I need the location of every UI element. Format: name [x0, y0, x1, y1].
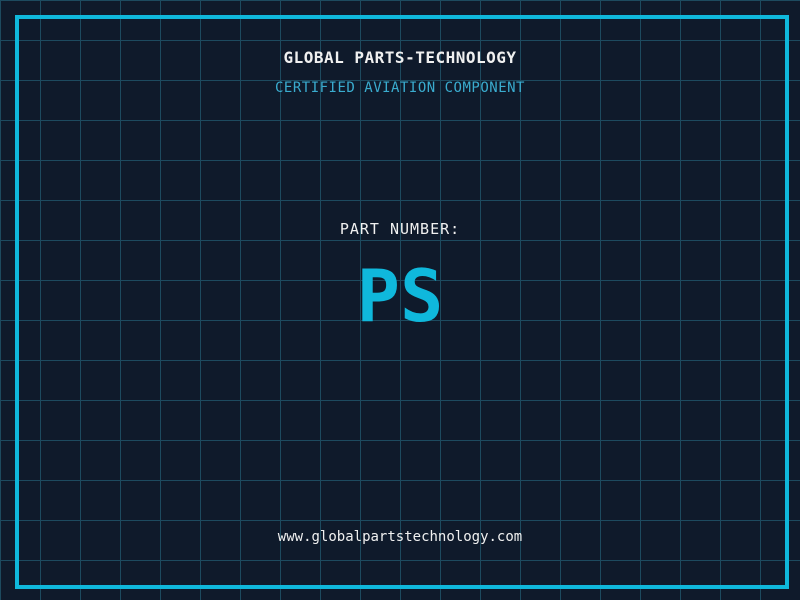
blueprint-page: GLOBAL PARTS-TECHNOLOGY CERTIFIED AVIATI… — [0, 0, 800, 600]
part-number-label: PART NUMBER: — [339, 220, 461, 238]
company-subtitle: CERTIFIED AVIATION COMPONENT — [274, 80, 525, 96]
website-url: www.globalpartstechnology.com — [277, 529, 523, 545]
part-number-value: PS — [356, 254, 444, 338]
company-title: GLOBAL PARTS-TECHNOLOGY — [283, 48, 517, 67]
